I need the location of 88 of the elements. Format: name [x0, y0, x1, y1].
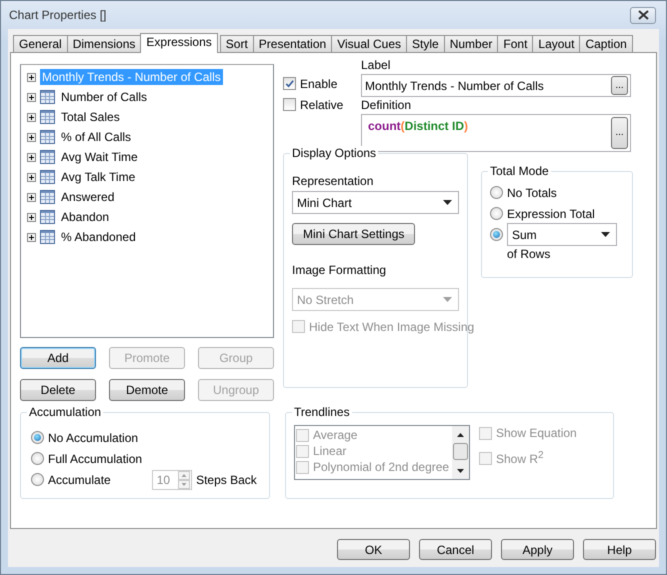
- group-title: Trendlines: [292, 405, 352, 419]
- browse-button[interactable]: ...: [611, 117, 628, 149]
- expand-icon: [27, 152, 36, 162]
- checkbox-label: Show R$^{2}$: [496, 450, 544, 466]
- checkbox-label: Show Equation: [496, 426, 577, 440]
- close-button[interactable]: [630, 6, 656, 24]
- expand-icon: [27, 172, 36, 182]
- window-title: Chart Properties []: [9, 8, 108, 22]
- radio-button[interactable]: [31, 473, 44, 486]
- radio-label: No Accumulation: [48, 430, 138, 444]
- tree-item[interactable]: % Abandoned: [59, 229, 138, 245]
- radio-label: of Rows: [506, 246, 552, 263]
- tab[interactable]: Expressions: [140, 33, 218, 53]
- expand-icon: [27, 132, 36, 142]
- checkbox-label: Relative: [300, 98, 344, 112]
- caret-icon: [601, 232, 610, 237]
- tree-item[interactable]: % of All Calls: [59, 129, 134, 145]
- expand-icon: [27, 192, 36, 202]
- representation-dropdown[interactable]: Mini Chart: [292, 191, 459, 214]
- field-label: Image Formatting: [292, 263, 388, 279]
- radio-button[interactable]: [31, 452, 44, 465]
- radio-button[interactable]: [31, 431, 44, 444]
- list-button[interactable]: Add: [20, 347, 96, 369]
- table-icon: [40, 90, 55, 104]
- tab[interactable]: Dimensions: [66, 35, 142, 52]
- aggregation-dropdown[interactable]: Sum: [507, 223, 617, 246]
- radio-label: Expression Total: [507, 206, 595, 220]
- tab[interactable]: Sort: [220, 35, 254, 52]
- checkbox-label: Hide Text When Image Missing: [309, 320, 474, 334]
- expand-icon: [27, 92, 36, 102]
- dialog-button[interactable]: Cancel: [419, 539, 492, 560]
- table-icon: [40, 170, 55, 184]
- definition-field[interactable]: count(Distinct ID) ...: [361, 114, 631, 152]
- expression-code: count(Distinct ID): [368, 118, 468, 133]
- tab[interactable]: Style: [406, 35, 445, 52]
- table-icon: [40, 230, 55, 244]
- radio-label: No Totals: [507, 186, 557, 200]
- caret-icon: [443, 200, 452, 205]
- close-icon: [638, 10, 648, 20]
- caret-icon: [443, 297, 452, 302]
- list-button[interactable]: Demote: [109, 379, 185, 401]
- table-icon: [40, 210, 55, 224]
- label-field[interactable]: Monthly Trends - Number of Calls ...: [361, 74, 631, 97]
- checkbox-label: Enable: [300, 76, 338, 90]
- tree-item[interactable]: Total Sales: [59, 109, 122, 125]
- group-title: Accumulation: [27, 405, 104, 419]
- settings-button[interactable]: Mini Chart Settings: [292, 223, 416, 245]
- radio-label: Full Accumulation: [48, 452, 142, 466]
- field-label: Label: [361, 58, 392, 74]
- dialog-button[interactable]: Help: [583, 539, 656, 560]
- table-icon: [40, 190, 55, 204]
- field-label: Representation: [292, 174, 374, 190]
- tree-item[interactable]: Avg Wait Time: [59, 149, 140, 165]
- list-button[interactable]: Delete: [20, 379, 96, 401]
- radio-button[interactable]: [490, 186, 503, 199]
- tree-item[interactable]: Avg Talk Time: [59, 169, 138, 185]
- tab[interactable]: Number: [444, 35, 498, 52]
- field-label: Definition: [361, 98, 412, 114]
- tab[interactable]: Presentation: [252, 35, 332, 52]
- group-title: Display Options: [290, 146, 378, 160]
- checkbox[interactable]: [283, 98, 296, 111]
- tree-item[interactable]: Abandon: [59, 209, 112, 225]
- expand-icon: [27, 72, 36, 82]
- dialog-button[interactable]: Apply: [501, 539, 574, 560]
- radio-label: Accumulate: [48, 472, 111, 486]
- tab[interactable]: Caption: [579, 35, 633, 52]
- tree-item[interactable]: Number of Calls: [59, 89, 150, 105]
- tree-item[interactable]: Answered: [59, 189, 116, 205]
- tab[interactable]: General: [13, 35, 68, 52]
- tab[interactable]: Visual Cues: [331, 35, 408, 52]
- tab[interactable]: Layout: [532, 35, 580, 52]
- expand-icon: [27, 112, 36, 122]
- scrollbar-drawing: [452, 426, 469, 479]
- table-icon: [40, 110, 55, 124]
- group-title: Total Mode: [488, 164, 551, 178]
- checkbox[interactable]: [283, 77, 296, 90]
- tab[interactable]: Font: [497, 35, 534, 52]
- table-icon: [40, 150, 55, 164]
- radio-button[interactable]: [490, 228, 503, 241]
- table-icon: [40, 130, 55, 144]
- spin-arrows-icon: [178, 470, 190, 488]
- spinner-label: Steps Back: [196, 472, 257, 486]
- browse-button[interactable]: ...: [611, 76, 628, 95]
- expand-icon: [27, 232, 36, 242]
- field-value: Monthly Trends - Number of Calls: [365, 78, 544, 92]
- expand-icon: [27, 212, 36, 222]
- radio-button[interactable]: [490, 207, 503, 220]
- dialog-button[interactable]: OK: [337, 539, 410, 560]
